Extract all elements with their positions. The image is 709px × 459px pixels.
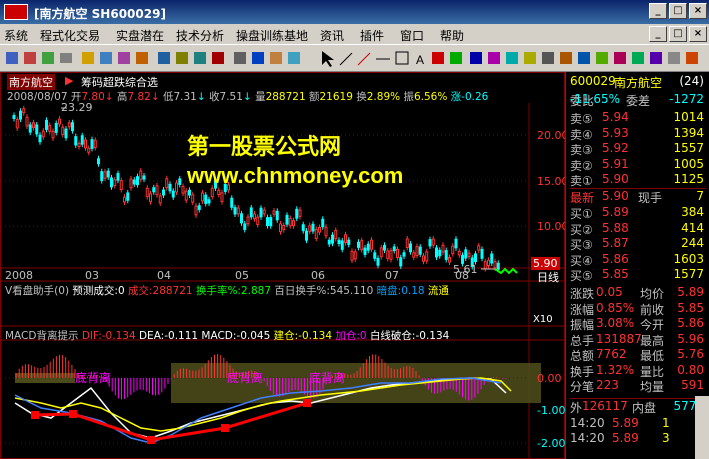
x-tick: 2008 (5, 269, 33, 282)
doc-close-button[interactable]: × (689, 26, 707, 42)
y-tick: 10.00 (537, 220, 569, 233)
close-button[interactable]: × (689, 3, 707, 19)
menu-bar: 系统 程式化交易 实盘潜在 技术分析 操盘训练基地 资讯 插件 窗口 帮助 _ … (0, 24, 709, 44)
title-bar: [南方航空 SH600029] _ □ × (0, 0, 709, 24)
watermark-title: 第一股票公式网 (187, 135, 342, 160)
sell-level-row: 卖① 5.90 1125 (570, 172, 704, 188)
tick-row: 14:20 5.89 1 (570, 416, 670, 430)
x-tick: 03 (85, 269, 99, 282)
sell-level-row: 卖② 5.91 1005 (570, 156, 704, 173)
buy-level-row: 买⑤ 5.85 1577 (570, 267, 704, 283)
stat-row: 换手 1.32% 量比 0.80 (570, 362, 704, 379)
stat-row: 涨幅 0.85% 前收 5.85 (570, 300, 704, 317)
maximize-button[interactable]: □ (669, 3, 687, 19)
menu-window[interactable]: 窗口 (400, 27, 424, 44)
buy-level-row: 买③ 5.87 244 (570, 236, 704, 252)
last-price-row: 最新 5.90 现手 7 (570, 188, 706, 205)
stat-row: 总手 131887 最高 5.96 (570, 331, 704, 348)
menu-plugins[interactable]: 插件 (360, 27, 384, 44)
x-tick: 04 (157, 269, 171, 282)
divergence-label: 底背离 (75, 371, 112, 385)
vol-info-line: V看盘助手(0) 预测成交:0 成交:288721 换手率%:2.887 百日换… (5, 285, 449, 297)
svg-text:A: A (416, 53, 424, 67)
outer-inner-row: 外 126117 内盘 5770 (570, 398, 706, 415)
scrollbar[interactable] (695, 396, 709, 459)
minimize-button[interactable]: _ (649, 3, 667, 19)
watermark-url: www.chnmoney.com (187, 163, 404, 188)
stat-row: 总额 7762 最低 5.76 (570, 347, 704, 363)
doc-restore-button[interactable]: □ (669, 26, 687, 42)
buy-level-row: 买④ 5.86 1603 (570, 251, 704, 268)
tick-row: 14:20 5.89 3 (570, 431, 670, 445)
stat-row: 分笔 223 均量 591 (570, 378, 704, 394)
macd-info-line: MACD背离提示 DIF:-0.134 DEA:-0.111 MACD:-0.0… (5, 330, 450, 342)
sell-level-row: 卖⑤ 5.94 1014 (570, 110, 704, 126)
sell-level-row: 卖④ 5.93 1394 (570, 125, 704, 142)
period-label[interactable]: 日线 (537, 269, 559, 285)
stat-row: 涨跌 0.05 均价 5.89 (570, 285, 704, 301)
toolbar-icons[interactable]: A (0, 45, 709, 73)
menu-system[interactable]: 系统 (4, 27, 28, 44)
x-tick: 06 (311, 269, 325, 282)
divergence-label: 底背离 (227, 371, 264, 385)
macd-y-tick: -1.00 (537, 404, 566, 417)
x10-label: X10 (533, 314, 553, 325)
divergence-label: 底背离 (309, 371, 346, 385)
quote-panel: 600029 南方航空 (24) 委比 -11.65% 委差 -1272 卖⑤ 5… (565, 72, 709, 459)
high-marker: 23.29 (61, 101, 93, 114)
toolbar: A (0, 44, 709, 72)
app-icon[interactable] (4, 4, 28, 20)
x-tick: 08 (455, 269, 469, 282)
macd-y-tick: 0.00 (537, 372, 562, 385)
menu-tech-analysis[interactable]: 技术分析 (176, 27, 224, 44)
sell-level-row: 卖③ 5.92 1557 (570, 141, 704, 157)
order-ratio-row: 委比 -11.65% 委差 -1272 (570, 92, 704, 108)
x-tick: 05 (235, 269, 249, 282)
x-tick: 07 (385, 269, 399, 282)
menu-info[interactable]: 资讯 (320, 27, 344, 44)
menu-program-trade[interactable]: 程式化交易 (40, 27, 100, 44)
macd-y-tick: -2.00 (537, 437, 566, 450)
stat-row: 振幅 3.08% 今开 5.86 (570, 316, 704, 332)
menu-potential[interactable]: 实盘潜在 (116, 27, 164, 44)
menu-training[interactable]: 操盘训练基地 (236, 27, 308, 44)
kline-chart-area[interactable]: 南方航空 ▶ 筹码超跌综合选 2008/08/07 开7.80↓ 高7.82↓ … (0, 72, 569, 459)
buy-level-row: 买② 5.88 414 (570, 220, 704, 237)
y-tick: 15.00 (537, 175, 569, 188)
y-tick: 20.00 (537, 129, 569, 142)
buy-level-row: 买① 5.89 384 (570, 205, 704, 221)
doc-minimize-button[interactable]: _ (649, 26, 667, 42)
quote-header: 600029 南方航空 (24) (570, 74, 704, 90)
menu-help[interactable]: 帮助 (440, 27, 464, 44)
window-title: [南方航空 SH600029] (34, 7, 166, 21)
